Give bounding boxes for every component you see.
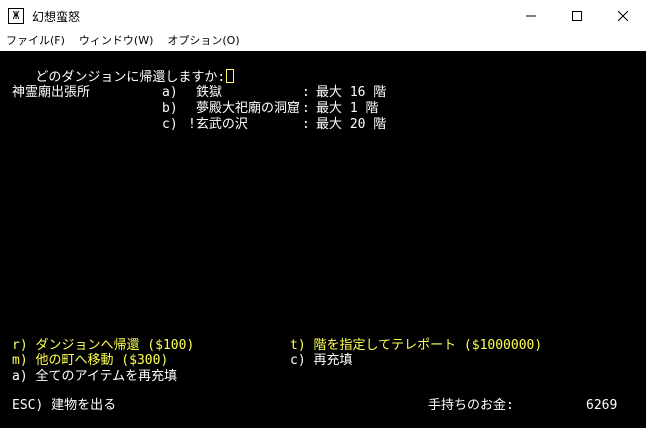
title-bar: Ж 幻想蛮怒 — [0, 0, 646, 31]
dungeon-sep-c: : — [302, 117, 310, 132]
minimize-icon — [526, 15, 536, 16]
dungeon-name-c[interactable]: !玄武の沢 — [188, 117, 248, 133]
menu-file[interactable]: ファイル(F) — [0, 31, 72, 51]
maximize-button[interactable] — [554, 0, 600, 31]
dungeon-key-c[interactable]: c) — [162, 117, 178, 133]
dungeon-name-b[interactable]: 夢殿大祀廟の洞窟 — [196, 101, 300, 117]
dungeon-max-c: 最大 20 階 — [316, 117, 387, 132]
terminal-screen[interactable]: どのダンジョンに帰還しますか: 神霊廟出張所 a) 鉄獄 : 最大 16 階 b… — [0, 51, 646, 428]
dungeon-name-a[interactable]: 鉄獄 — [196, 85, 222, 101]
close-button[interactable] — [600, 0, 646, 31]
command-move-town[interactable]: m) 他の町へ移動 ($300) — [12, 353, 168, 369]
dungeon-key-b[interactable]: b) — [162, 101, 178, 117]
prompt-text: どのダンジョンに帰還しますか: — [35, 70, 226, 85]
menu-window[interactable]: ウィンドウ(W) — [72, 31, 160, 51]
minimize-button[interactable] — [508, 0, 554, 31]
dungeon-max-b: 最大 1 階 — [316, 101, 379, 116]
text-cursor — [226, 69, 235, 83]
command-exit-building[interactable]: ESC) 建物を出る — [12, 398, 116, 414]
location-name: 神霊廟出張所 — [12, 85, 91, 100]
window-title: 幻想蛮怒 — [32, 10, 81, 24]
menu-bar: ファイル(F) ウィンドウ(W) オプション(O) — [0, 31, 646, 51]
gold-value: 6269 — [586, 398, 618, 413]
app-icon: Ж — [8, 8, 24, 24]
command-recharge[interactable]: c) 再充填 — [290, 353, 352, 369]
dungeon-sep-a: : — [302, 85, 310, 100]
maximize-icon — [572, 10, 582, 21]
command-teleport-level[interactable]: t) 階を指定してテレポート ($1000000) — [290, 338, 542, 354]
dungeon-sep-b: : — [302, 101, 310, 116]
dungeon-key-a[interactable]: a) — [162, 85, 178, 101]
close-icon — [618, 10, 628, 21]
dungeon-max-a: 最大 16 階 — [316, 85, 387, 100]
gold-label: 手持ちのお金: — [428, 398, 514, 413]
command-recharge-all[interactable]: a) 全てのアイテムを再充填 — [12, 369, 177, 385]
menu-options[interactable]: オプション(O) — [160, 31, 246, 51]
command-return-dungeon[interactable]: r) ダンジョンへ帰還 ($100) — [12, 338, 194, 354]
